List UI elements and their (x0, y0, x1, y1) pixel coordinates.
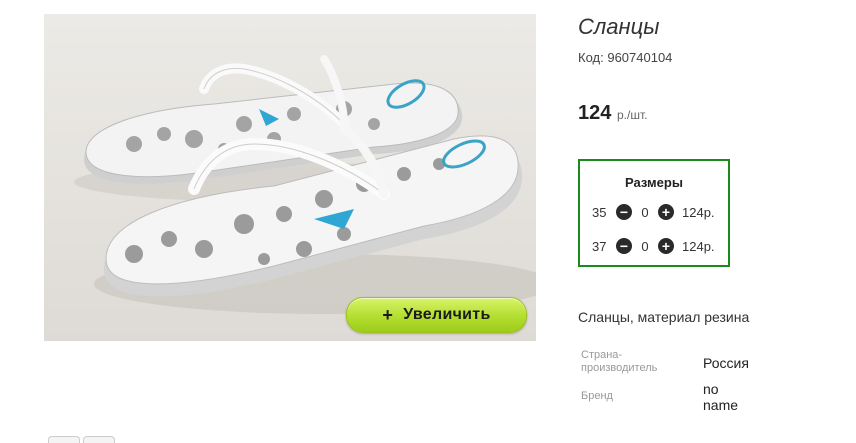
price-value: 124 (578, 102, 612, 124)
spec-label-brand: Бренд (581, 390, 613, 402)
spec-label-line: Страна- (581, 349, 623, 361)
product-code-label: Код: (578, 50, 604, 65)
quantity-value: 0 (641, 238, 649, 254)
product-photo[interactable]: + Увеличить (44, 14, 536, 341)
flip-flops-image (44, 14, 536, 341)
spec-value-brand: no name (703, 381, 738, 413)
product-description: Сланцы, материал резина (578, 309, 750, 325)
sizes-box: Размеры 35 − 0 + 124р. 37 − 0 + 124р. (578, 159, 730, 267)
product-code-value: 960740104 (607, 50, 673, 65)
thumbnail[interactable] (48, 436, 80, 443)
spec-value-line: no (703, 381, 719, 397)
size-label: 37 (592, 238, 607, 254)
size-price: 124р. (682, 238, 715, 254)
minus-button[interactable]: − (616, 238, 632, 254)
product-title: Сланцы (578, 14, 660, 39)
thumbnail[interactable] (83, 436, 115, 443)
size-label: 35 (592, 204, 607, 220)
plus-button[interactable]: + (658, 238, 674, 254)
plus-icon: + (382, 305, 394, 325)
spec-label-country: Страна- производитель (581, 349, 657, 375)
product-code: Код: 960740104 (578, 50, 672, 65)
spec-value-country: Россия (703, 355, 749, 371)
size-row: 35 − 0 + 124р. (592, 203, 715, 221)
spec-label-line: производитель (581, 362, 658, 374)
plus-button[interactable]: + (658, 204, 674, 220)
price-unit: р./шт. (617, 108, 648, 122)
quantity-value: 0 (641, 204, 649, 220)
zoom-button-label: Увеличить (403, 306, 491, 323)
size-row: 37 − 0 + 124р. (592, 237, 715, 255)
minus-button[interactable]: − (616, 204, 632, 220)
sizes-title: Размеры (625, 175, 683, 190)
product-price: 124 р./шт. (578, 102, 647, 125)
spec-value-line: name (703, 397, 739, 413)
size-price: 124р. (682, 204, 715, 220)
zoom-button[interactable]: + Увеличить (346, 297, 527, 333)
